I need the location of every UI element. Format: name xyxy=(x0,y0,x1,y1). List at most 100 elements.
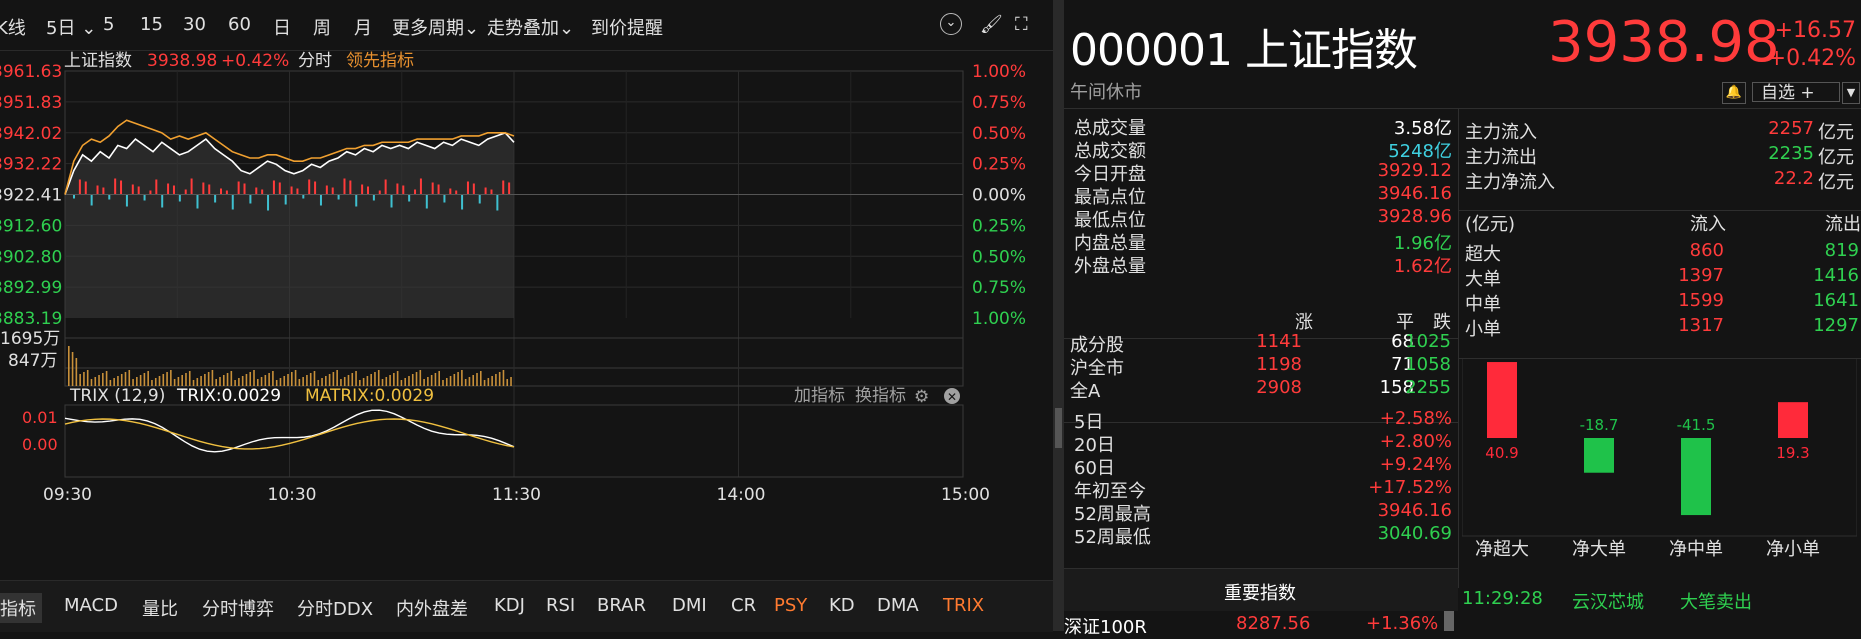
order-label: 大单 xyxy=(1465,269,1501,290)
watchlist-button[interactable]: 自选 + xyxy=(1752,82,1840,103)
indicator-tab-内外盘差[interactable]: 内外盘差 xyxy=(396,595,468,621)
trix-tick-top: 0.01 xyxy=(22,408,58,427)
net-bar xyxy=(1778,402,1808,438)
divider-handle[interactable] xyxy=(1055,408,1062,448)
orders-in-head: 流入 xyxy=(1690,214,1726,235)
tab-month[interactable]: 月 xyxy=(354,14,372,40)
indicator-tab-dma[interactable]: DMA xyxy=(877,595,919,616)
volume-bar xyxy=(445,378,448,386)
momentum-bar xyxy=(390,194,393,208)
net-bar xyxy=(1487,362,1517,438)
bell-icon[interactable]: 🔔 xyxy=(1722,82,1746,104)
order-label: 超大 xyxy=(1465,244,1501,265)
chart-pct: +0.42% xyxy=(221,51,289,71)
scrollbar[interactable] xyxy=(1444,611,1454,631)
ticker-name: 云汉芯城 xyxy=(1572,592,1644,613)
indicator-tab-指标[interactable]: 指标 xyxy=(0,593,42,623)
momentum-bar xyxy=(396,183,399,195)
indicator-tab-kdj[interactable]: KDJ xyxy=(494,595,525,616)
indicator-tab-macd[interactable]: MACD xyxy=(64,595,118,616)
indicator-tab-cr[interactable]: CR xyxy=(731,595,756,616)
ticker-action: 大笔卖出 xyxy=(1680,592,1752,613)
indicator-tab-分时博弈[interactable]: 分时博弈 xyxy=(202,595,274,621)
indicator-tab-量比[interactable]: 量比 xyxy=(142,595,178,621)
indicator-tab-rsi[interactable]: RSI xyxy=(546,595,575,616)
order-label: 小单 xyxy=(1465,319,1501,340)
momentum-bar xyxy=(225,190,228,195)
more-periods-dropdown[interactable]: 更多周期⌄ xyxy=(392,14,479,40)
volume-bar xyxy=(264,375,267,386)
y-tick-left: 3932.22 xyxy=(0,155,62,175)
period-value: 3946.16 xyxy=(1377,500,1452,521)
indicator-tab-brar[interactable]: BRAR xyxy=(597,595,646,616)
indicator-tab-dmi[interactable]: DMI xyxy=(672,595,707,616)
indicator-tab-psy[interactable]: PSY xyxy=(774,595,807,616)
collapse-icon[interactable]: ⌄ xyxy=(940,13,962,35)
panel-divider[interactable] xyxy=(1053,0,1064,631)
tab-5day[interactable]: 5日 ⌄ xyxy=(46,14,96,40)
net-bar xyxy=(1681,438,1711,516)
y-tick-right: 0.50% xyxy=(972,247,1026,267)
volume-bar xyxy=(166,372,168,386)
volume-bar xyxy=(495,374,497,386)
momentum-bar xyxy=(131,184,134,195)
momentum-bar xyxy=(308,179,311,195)
volume-bar xyxy=(170,370,172,386)
y-tick-right: 0.75% xyxy=(972,278,1026,298)
chart-panel: K线 5日 ⌄ 5 15 30 60 日 周 月 更多周期⌄ 走势叠加⌄ 到价提… xyxy=(0,0,1053,632)
flow-value: 22.2 xyxy=(1773,168,1814,189)
overlay-dropdown[interactable]: 走势叠加⌄ xyxy=(487,14,574,40)
momentum-bar xyxy=(125,194,128,207)
tab-kline[interactable]: K线 xyxy=(0,14,26,40)
intraday-chart[interactable]: 上证指数 3938.98 +0.42% 分时 领先指标 3961.63 3951.… xyxy=(0,50,1053,580)
overlay-label: 走势叠加 xyxy=(487,18,559,39)
volume-bar xyxy=(461,370,463,386)
period-value: +17.52% xyxy=(1368,477,1452,498)
momentum-bar xyxy=(120,180,123,195)
stat-value: 3929.12 xyxy=(1377,160,1452,181)
momentum-bar xyxy=(208,184,211,195)
price-alert-button[interactable]: 到价提醒 xyxy=(591,14,663,40)
volume-bar xyxy=(430,375,433,386)
tab-day[interactable]: 日 xyxy=(273,14,291,40)
volume-bar xyxy=(105,371,108,386)
volume-bar xyxy=(362,378,365,386)
fullscreen-icon[interactable]: ⛶ xyxy=(1015,14,1028,35)
volume-bar xyxy=(124,372,127,386)
tab-15min[interactable]: 15 xyxy=(140,14,163,35)
brush-icon[interactable]: 🖌 xyxy=(980,14,1003,35)
volume-bar xyxy=(79,374,81,386)
indicator-tab-trix[interactable]: TRIX xyxy=(943,595,984,616)
momentum-bar xyxy=(137,186,140,195)
volume-bar xyxy=(260,377,263,386)
trix-value: TRIX:0.0029 xyxy=(176,386,281,406)
volume-bar xyxy=(302,377,304,386)
volume-bar xyxy=(222,375,225,386)
volume-bar xyxy=(325,376,327,386)
tab-week[interactable]: 周 xyxy=(313,14,331,40)
indicator-tab-分时ddx[interactable]: 分时DDX xyxy=(297,595,373,621)
momentum-bar xyxy=(349,180,352,195)
indicator-tab-kd[interactable]: KD xyxy=(829,595,855,616)
momentum-bar xyxy=(314,181,317,195)
momentum-bar xyxy=(143,194,146,201)
orders-unit: (亿元) xyxy=(1465,214,1516,235)
momentum-bar xyxy=(384,179,387,195)
tab-30min[interactable]: 30 xyxy=(183,14,206,35)
volume-bar xyxy=(427,377,429,386)
index-name: 深证100R xyxy=(1064,617,1147,638)
important-index-header: 重要指数 xyxy=(1064,568,1458,611)
flow-label: 主力流入 xyxy=(1465,122,1537,143)
watchlist-dropdown-icon[interactable]: ▼ xyxy=(1842,82,1860,104)
volume-bar xyxy=(204,374,206,386)
volume-bar xyxy=(442,380,444,386)
chart-timeshare: 分时 xyxy=(298,51,332,71)
y-tick-right: 1.00% xyxy=(972,309,1026,329)
momentum-bar xyxy=(290,186,293,195)
tab-60min[interactable]: 60 xyxy=(228,14,251,35)
volume-bar xyxy=(98,375,100,386)
important-index-row[interactable]: 深证100R 8287.56 +1.36% xyxy=(1064,611,1458,638)
tab-5min[interactable]: 5 xyxy=(103,14,114,35)
momentum-bar xyxy=(96,185,99,195)
volume-bar xyxy=(188,371,191,386)
